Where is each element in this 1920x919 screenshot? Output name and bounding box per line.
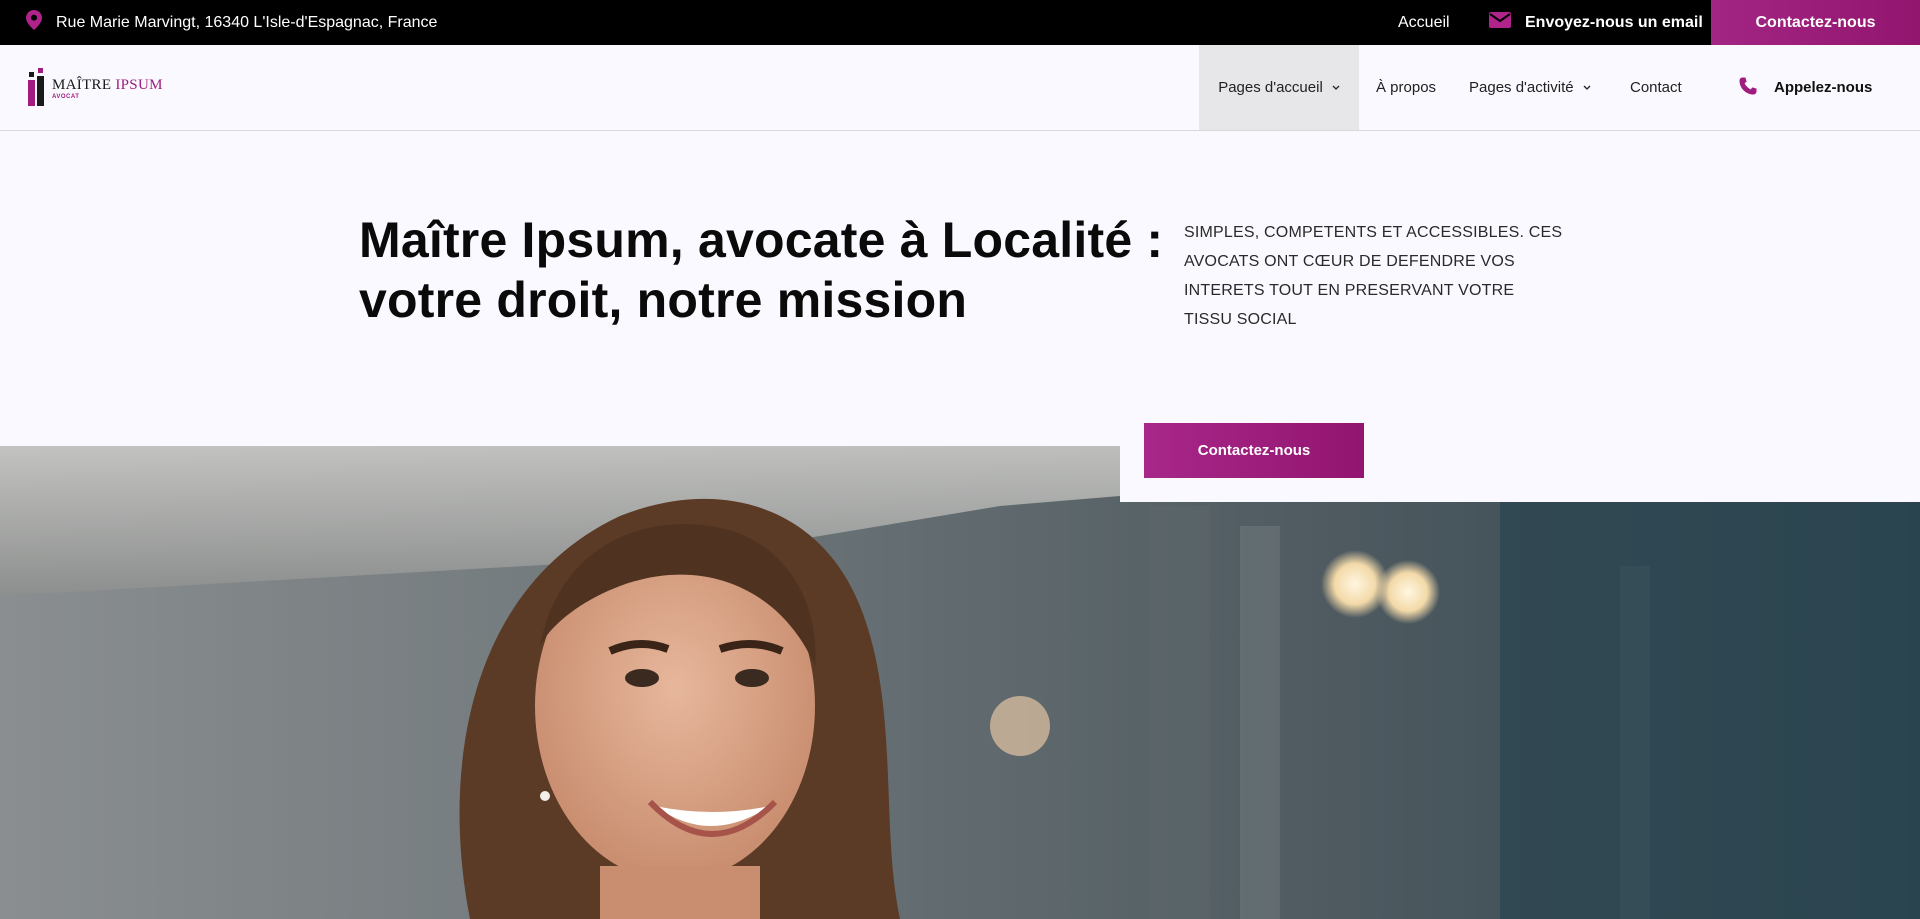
hero-title: Maître Ipsum, avocate à Localité : votre… xyxy=(359,212,1164,328)
nav-label: Pages d'accueil xyxy=(1218,79,1323,96)
logo-name: MAÎTRE IPSUM xyxy=(52,77,163,93)
logo[interactable]: MAÎTRE IPSUM AVOCAT xyxy=(26,67,166,111)
chevron-down-icon xyxy=(1583,85,1591,90)
address: Rue Marie Marvingt, 16340 L'Isle-d'Espag… xyxy=(26,0,437,45)
email-link[interactable]: Envoyez-nous un email xyxy=(1489,0,1703,45)
top-home-link[interactable]: Accueil xyxy=(1398,0,1450,45)
envelope-icon xyxy=(1489,12,1511,33)
nav-label: À propos xyxy=(1376,79,1437,96)
main-navbar: MAÎTRE IPSUM AVOCAT Pages d'accueil À pr… xyxy=(0,45,1920,131)
logo-mark-icon xyxy=(26,66,48,113)
map-pin-icon xyxy=(26,10,42,35)
nav-item-pages-activite[interactable]: Pages d'activité xyxy=(1469,45,1591,130)
phone-icon xyxy=(1739,77,1757,99)
nav-item-contact[interactable]: Contact xyxy=(1630,45,1682,130)
nav-item-a-propos[interactable]: À propos xyxy=(1376,45,1436,130)
nav-label: Pages d'activité xyxy=(1469,79,1574,96)
nav-label: Contact xyxy=(1630,79,1682,96)
call-us-label: Appelez-nous xyxy=(1774,79,1873,96)
nav-item-pages-accueil[interactable]: Pages d'accueil xyxy=(1199,45,1359,130)
email-label: Envoyez-nous un email xyxy=(1525,13,1703,31)
address-text: Rue Marie Marvingt, 16340 L'Isle-d'Espag… xyxy=(56,13,438,31)
logo-subtitle: AVOCAT xyxy=(52,94,80,100)
hero-tagline: SIMPLES, COMPETENTS ET ACCESSIBLES. CES … xyxy=(1184,224,1563,328)
top-contact-button[interactable]: Contactez-nous xyxy=(1711,0,1920,45)
chevron-down-icon xyxy=(1332,85,1340,90)
hero-photo xyxy=(0,446,1920,919)
call-us-link[interactable]: Appelez-nous xyxy=(1739,45,1872,130)
hero-contact-button[interactable]: Contactez-nous xyxy=(1144,423,1364,478)
top-bar: Rue Marie Marvingt, 16340 L'Isle-d'Espag… xyxy=(0,0,1920,45)
